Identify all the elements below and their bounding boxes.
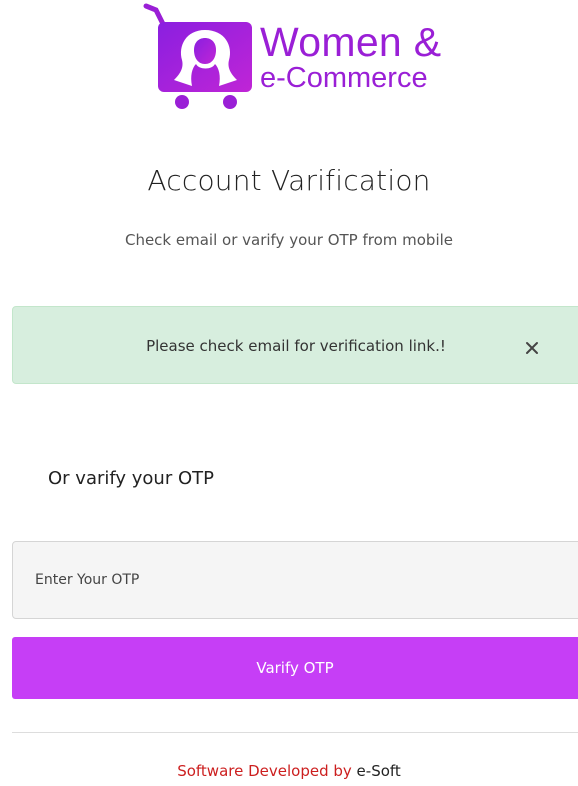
otp-heading: Or varify your OTP	[48, 468, 214, 489]
brand-line1: Women &	[260, 19, 442, 65]
page-title: Account Varification	[147, 164, 431, 197]
footer-brand: e-Soft	[356, 762, 401, 780]
verify-otp-button[interactable]: Varify OTP	[12, 637, 578, 699]
shopping-cart-woman-icon	[143, 3, 252, 109]
otp-input[interactable]	[12, 541, 578, 619]
footer-credit: Software Developed by e-Soft	[0, 762, 578, 780]
alert-message: Please check email for verification link…	[146, 337, 446, 355]
brand-logo: Women & e-Commerce	[140, 0, 470, 112]
footer-divider	[12, 732, 578, 733]
brand-wordmark: Women & e-Commerce	[260, 22, 441, 93]
success-alert: Please check email for verification link…	[12, 306, 578, 384]
close-icon[interactable]	[517, 333, 547, 363]
brand-line2: e-Commerce	[260, 62, 428, 94]
page-subtitle: Check email or varify your OTP from mobi…	[124, 231, 454, 249]
footer-prefix: Software Developed by	[177, 762, 352, 780]
